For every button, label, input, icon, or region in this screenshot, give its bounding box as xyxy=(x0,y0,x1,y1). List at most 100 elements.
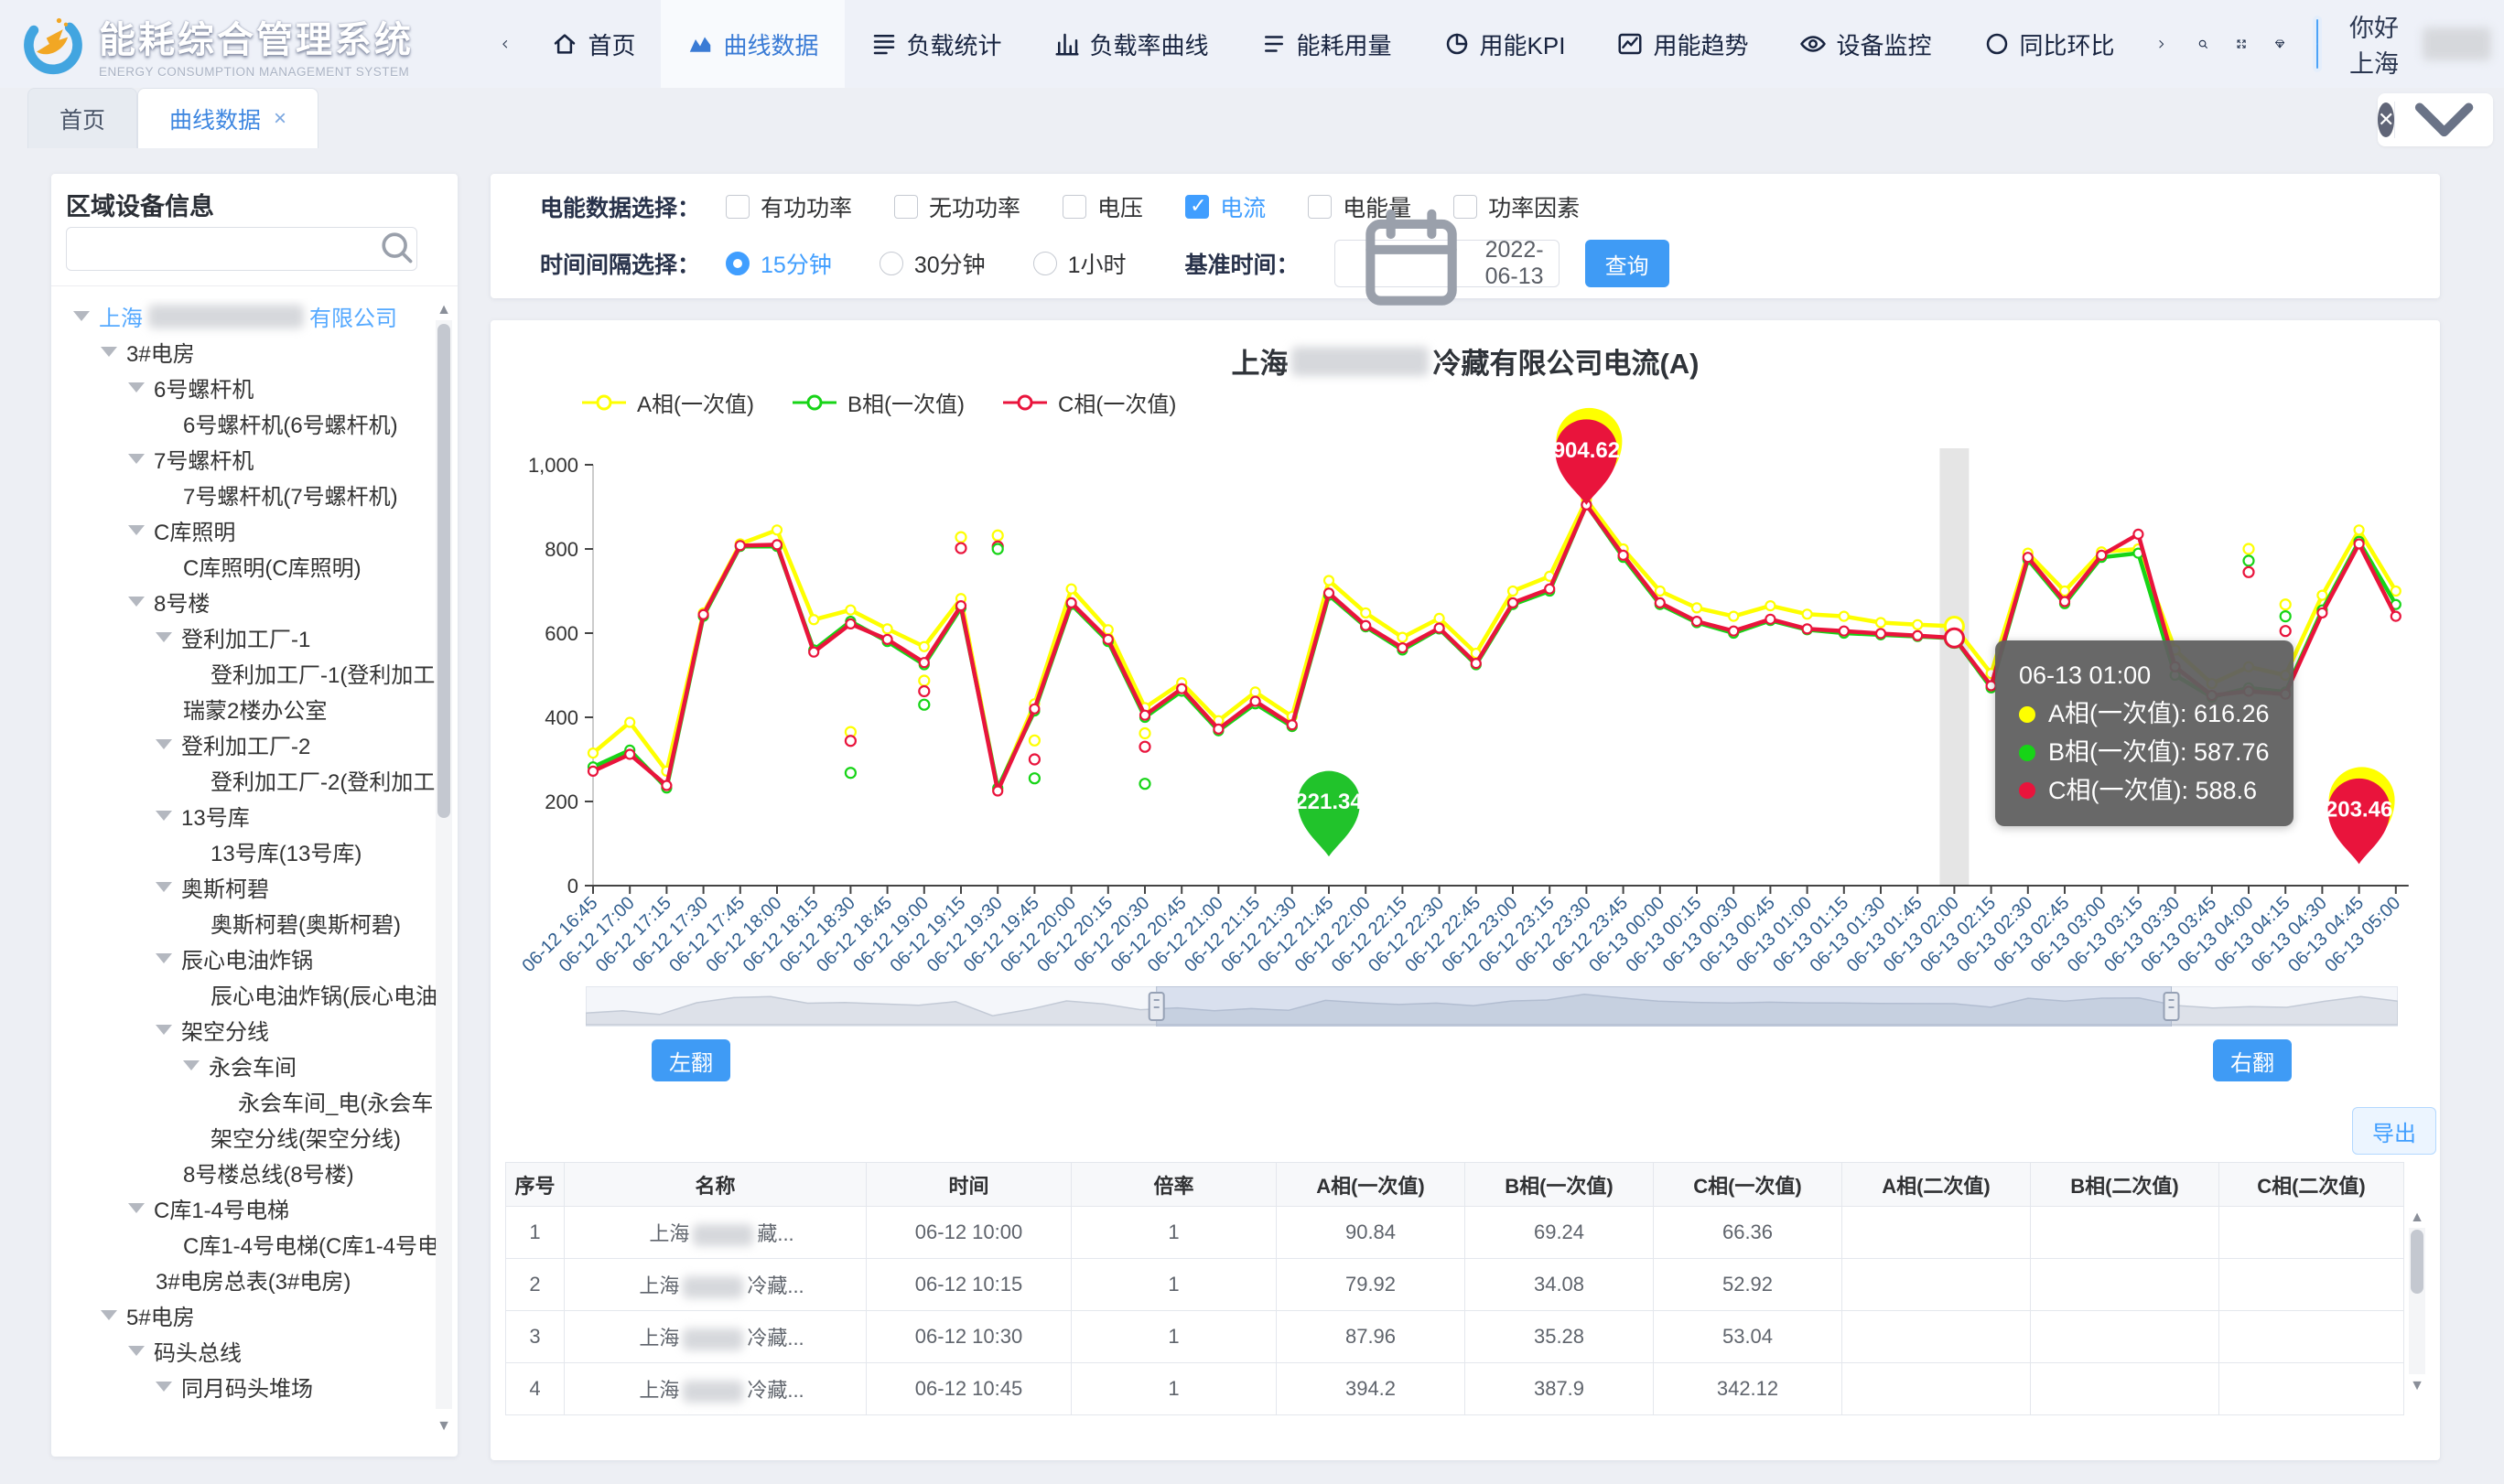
tree-node[interactable]: C库1-4号电梯(C库1-4号电 xyxy=(51,1226,436,1262)
checkbox-无功功率[interactable]: 无功功率 xyxy=(894,190,1020,223)
caret-down-icon[interactable] xyxy=(156,882,172,892)
radio-circle[interactable] xyxy=(726,252,750,275)
table-row[interactable]: 2上海冷藏...06-12 10:15179.9234.0852.92 xyxy=(506,1259,2404,1311)
table-row[interactable]: 1上海藏...06-12 10:00190.8469.2466.36 xyxy=(506,1207,2404,1259)
checkbox-有功功率[interactable]: 有功功率 xyxy=(726,190,852,223)
page-left-button[interactable]: 左翻 xyxy=(652,1039,730,1081)
radio-30分钟[interactable]: 30分钟 xyxy=(880,247,986,280)
tree-node[interactable]: 码头总线 xyxy=(51,1333,436,1369)
table-scrollbar[interactable] xyxy=(2409,1228,2425,1374)
tree-node[interactable]: 登利加工厂-1 xyxy=(51,619,436,655)
tree-scrollbar[interactable] xyxy=(436,320,452,1409)
radio-15分钟[interactable]: 15分钟 xyxy=(726,247,832,280)
nav-item-负载率曲线[interactable]: 负载率曲线 xyxy=(1028,0,1235,88)
nav-item-能耗用量[interactable]: 能耗用量 xyxy=(1235,0,1418,88)
radio-circle[interactable] xyxy=(1033,252,1057,275)
table-scrollbar-thumb[interactable] xyxy=(2411,1230,2423,1294)
tab-曲线数据[interactable]: 曲线数据× xyxy=(137,88,318,148)
tree-node[interactable]: 7号螺杆机 xyxy=(51,441,436,477)
tree-node[interactable]: 奥斯柯碧 xyxy=(51,869,436,905)
datazoom-slider[interactable] xyxy=(586,986,2398,1027)
tab-actions-chevron-icon[interactable] xyxy=(2395,69,2493,171)
tree-node[interactable]: 登利加工厂-2(登利加工 xyxy=(51,762,436,798)
caret-down-icon[interactable] xyxy=(101,1310,117,1320)
tree-node[interactable]: 永会车间_电(永会车 xyxy=(51,1083,436,1119)
tree-node[interactable]: C库照明 xyxy=(51,512,436,548)
tree-node[interactable]: 架空分线(架空分线) xyxy=(51,1119,436,1155)
tree-node[interactable]: 同月码头堆场 xyxy=(51,1369,436,1404)
query-button[interactable]: 查询 xyxy=(1585,240,1669,287)
caret-down-icon[interactable] xyxy=(101,347,117,357)
tree-node[interactable]: 登利加工厂-1(登利加工 xyxy=(51,655,436,691)
nav-item-负载统计[interactable]: 负载统计 xyxy=(845,0,1028,88)
theme-gem-icon[interactable] xyxy=(2274,38,2285,49)
caret-down-icon[interactable] xyxy=(156,1382,172,1392)
nav-item-曲线数据[interactable]: 曲线数据 xyxy=(661,0,844,88)
datazoom-window[interactable] xyxy=(1157,986,2172,1027)
checkbox-box[interactable] xyxy=(726,195,750,219)
tree-node[interactable]: 3#电房 xyxy=(51,334,436,370)
radio-circle[interactable] xyxy=(880,252,903,275)
nav-item-用能KPI[interactable]: 用能KPI xyxy=(1418,0,1592,88)
tree-node[interactable]: 8号楼 xyxy=(51,584,436,619)
radio-1小时[interactable]: 1小时 xyxy=(1033,247,1127,280)
table-scroll-up-icon[interactable]: ▲ xyxy=(2409,1210,2425,1226)
caret-down-icon[interactable] xyxy=(73,311,90,321)
tree-node[interactable]: 8号楼总线(8号楼) xyxy=(51,1155,436,1190)
table-row[interactable]: 4上海冷藏...06-12 10:451394.2387.9342.12 xyxy=(506,1363,2404,1415)
table-scroll-down-icon[interactable]: ▼ xyxy=(2409,1378,2425,1394)
fullscreen-icon[interactable] xyxy=(2236,38,2247,49)
tree-node[interactable]: 5#电房 xyxy=(51,1297,436,1333)
tab-close-icon[interactable]: × xyxy=(274,106,286,132)
tree-node[interactable]: C库照明(C库照明) xyxy=(51,548,436,584)
tree-node[interactable]: C库1-4号电梯 xyxy=(51,1190,436,1226)
tree-node[interactable]: 上海有限公司 xyxy=(51,298,436,334)
tree-node[interactable]: 瑞蒙2楼办公室 xyxy=(51,691,436,726)
caret-down-icon[interactable] xyxy=(128,525,145,535)
checkbox-box[interactable] xyxy=(894,195,918,219)
tree-node[interactable]: 6号螺杆机 xyxy=(51,370,436,405)
caret-down-icon[interactable] xyxy=(156,953,172,963)
nav-item-用能趋势[interactable]: 用能趋势 xyxy=(1591,0,1774,88)
base-time-picker[interactable]: 2022-06-13 xyxy=(1334,240,1560,287)
search-icon[interactable] xyxy=(2197,38,2208,49)
tree-node[interactable]: 登利加工厂-2 xyxy=(51,726,436,762)
tree-scroll-down-icon[interactable]: ▼ xyxy=(436,1418,452,1435)
tree-node[interactable]: 奥斯柯碧(奥斯柯碧) xyxy=(51,905,436,941)
caret-down-icon[interactable] xyxy=(156,632,172,642)
checkbox-box[interactable] xyxy=(1063,195,1086,219)
tree-node[interactable]: 6号螺杆机(6号螺杆机) xyxy=(51,405,436,441)
caret-down-icon[interactable] xyxy=(156,1025,172,1035)
tree-node[interactable]: 7号螺杆机(7号螺杆机) xyxy=(51,477,436,512)
checkbox-功率因素[interactable]: 功率因素 xyxy=(1453,190,1580,223)
nav-collapse-left-icon[interactable] xyxy=(485,38,525,49)
caret-down-icon[interactable] xyxy=(183,1060,200,1070)
nav-item-设备监控[interactable]: 设备监控 xyxy=(1774,0,1957,88)
nav-item-首页[interactable]: 首页 xyxy=(525,0,661,88)
tree-scroll-up-icon[interactable]: ▲ xyxy=(436,302,452,318)
export-button[interactable]: 导出 xyxy=(2352,1107,2436,1155)
language-dropdown-button[interactable] xyxy=(2313,16,2322,72)
tree-node[interactable]: 辰心电油炸锅(辰心电油 xyxy=(51,976,436,1012)
caret-down-icon[interactable] xyxy=(156,739,172,749)
checkbox-电压[interactable]: 电压 xyxy=(1063,190,1143,223)
page-right-button[interactable]: 右翻 xyxy=(2213,1039,2292,1081)
tab-首页[interactable]: 首页 xyxy=(27,88,137,148)
tree-node[interactable]: 辰心电油炸锅 xyxy=(51,941,436,976)
caret-down-icon[interactable] xyxy=(156,811,172,821)
tree-node[interactable]: 3#电房总表(3#电房) xyxy=(51,1262,436,1297)
caret-down-icon[interactable] xyxy=(128,1346,145,1356)
caret-down-icon[interactable] xyxy=(128,382,145,393)
caret-down-icon[interactable] xyxy=(128,1203,145,1213)
nav-more-right-icon[interactable] xyxy=(2141,38,2181,49)
table-row[interactable]: 3上海冷藏...06-12 10:30187.9635.2853.04 xyxy=(506,1311,2404,1363)
nav-item-同比环比[interactable]: 同比环比 xyxy=(1958,0,2141,88)
tree-node[interactable]: 架空分线 xyxy=(51,1012,436,1048)
tree-node[interactable]: 13号库(13号库) xyxy=(51,833,436,869)
close-all-tabs-icon[interactable]: ✕ xyxy=(2378,102,2394,137)
tree-node[interactable]: 13号库 xyxy=(51,798,436,833)
caret-down-icon[interactable] xyxy=(128,454,145,464)
tree-search-input[interactable] xyxy=(67,236,376,262)
checkbox-box[interactable] xyxy=(1308,195,1332,219)
checkbox-box[interactable] xyxy=(1185,195,1209,219)
